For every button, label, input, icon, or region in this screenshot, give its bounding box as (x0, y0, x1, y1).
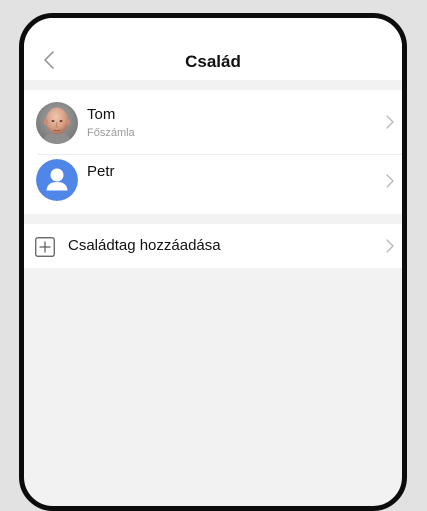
avatar-photo (36, 102, 78, 144)
add-family-member-row[interactable]: Családtag hozzáadása (24, 224, 402, 268)
avatar (36, 102, 78, 144)
person-icon (36, 159, 78, 201)
plus-square-icon (35, 237, 55, 257)
family-members-list: Tom Főszámla Petr (24, 90, 402, 214)
phone-screen: Család Tom Főszámla Petr Családtag hozzá… (19, 13, 407, 511)
chevron-right-icon (386, 115, 394, 129)
member-name: Tom (87, 106, 116, 123)
add-member-label: Családtag hozzáadása (68, 237, 221, 254)
member-role: Főszámla (87, 127, 135, 139)
chevron-right-icon (386, 174, 394, 188)
member-row-tom[interactable]: Tom Főszámla (24, 94, 402, 155)
page-title: Család (185, 52, 241, 71)
avatar (36, 159, 78, 201)
member-name: Petr (87, 163, 115, 180)
navigation-bar: Család (24, 18, 402, 80)
member-row-petr[interactable]: Petr (24, 151, 402, 207)
chevron-right-icon (386, 239, 394, 253)
